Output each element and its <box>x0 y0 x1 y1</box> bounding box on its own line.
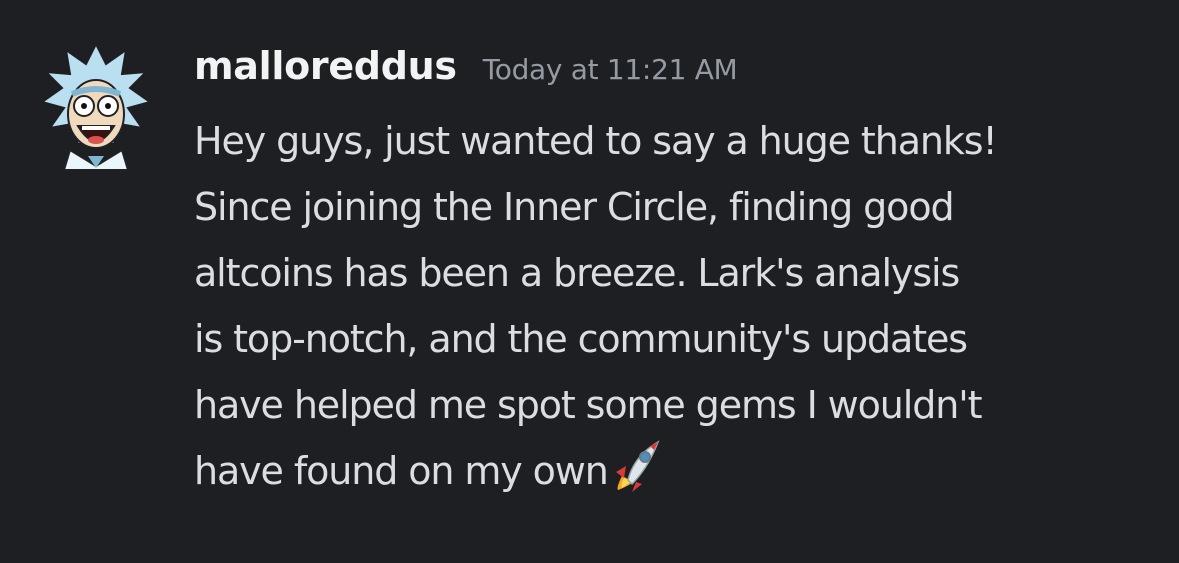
rick-avatar-icon <box>39 41 153 171</box>
message-header: malloreddus Today at 11:21 AM <box>194 44 738 104</box>
message-line: have helped me spot some gems I wouldn't <box>194 383 982 427</box>
chat-message: malloreddus Today at 11:21 AM Hey guys, … <box>0 0 1179 563</box>
timestamp[interactable]: Today at 11:21 AM <box>483 53 738 86</box>
message-line: Since joining the Inner Circle, finding … <box>194 185 955 229</box>
message-line: is top-notch, and the community's update… <box>194 317 968 361</box>
message-line: Hey guys, just wanted to say a huge than… <box>194 119 998 163</box>
message-line-last: have found on my own <box>194 438 1154 504</box>
username[interactable]: malloreddus <box>194 44 457 88</box>
message-content: Hey guys, just wanted to say a huge than… <box>194 108 1154 504</box>
message-line-text: have found on my own <box>194 449 609 493</box>
message-line: altcoins has been a breeze. Lark's analy… <box>194 251 960 295</box>
user-avatar[interactable] <box>39 41 153 172</box>
rocket-emoji-icon <box>615 440 660 492</box>
